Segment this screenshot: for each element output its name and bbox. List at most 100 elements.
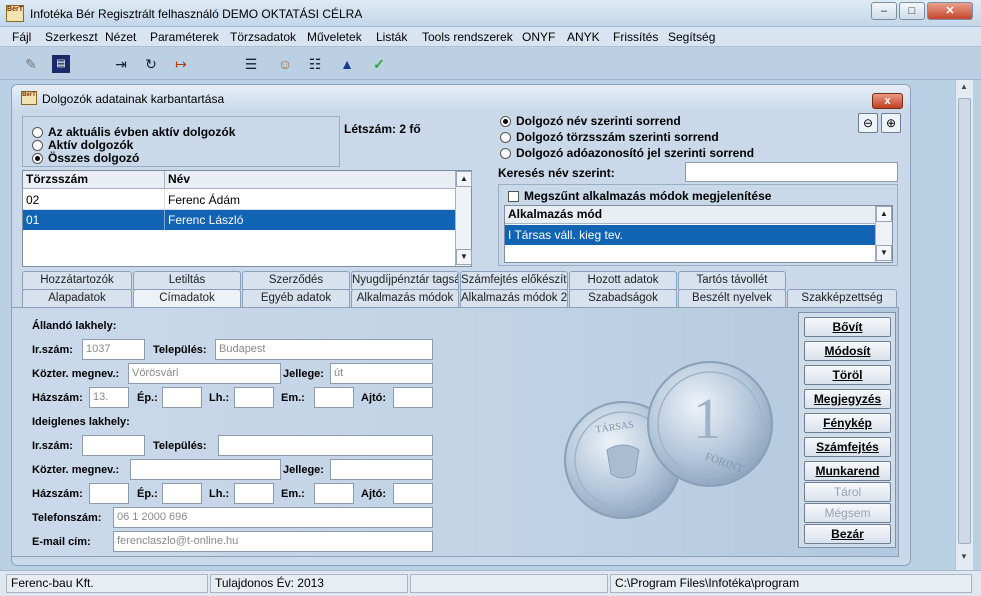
menu-szerkeszt[interactable]: Szerkeszt	[45, 30, 98, 44]
scroll-thumb[interactable]	[958, 98, 971, 544]
menu-muveletek[interactable]: Műveletek	[307, 30, 362, 44]
tab-szamfejtes-elokeszites[interactable]: Számfejtés előkészítés	[460, 271, 568, 290]
radio-sort-taxid[interactable]: Dolgozó adóazonosító jel szerinti sorren…	[500, 146, 754, 160]
scroll-down-icon[interactable]: ▼	[957, 552, 971, 566]
refresh-icon[interactable]: ↻	[142, 55, 160, 73]
delete-button[interactable]: Töröl	[804, 365, 891, 385]
permanent-house-input[interactable]: 13.	[89, 387, 129, 408]
permanent-stair-input[interactable]	[234, 387, 274, 408]
menu-frissites[interactable]: Frissítés	[613, 30, 658, 44]
window-title: Infotéka Bér Regisztrált felhasználó DEM…	[30, 7, 363, 21]
menu-torzsadatok[interactable]: Törzsadatok	[230, 30, 296, 44]
permanent-type-input[interactable]: út	[330, 363, 433, 384]
tab-hozott-adatok[interactable]: Hozott adatok	[569, 271, 677, 290]
tab-letiltas[interactable]: Letiltás	[133, 271, 241, 290]
mode-row-selected[interactable]: I Társas váll. kieg tev.	[505, 225, 875, 245]
scroll-up-icon[interactable]: ▲	[456, 171, 472, 187]
radio-sort-id[interactable]: Dolgozó törzsszám szerinti sorrend	[500, 130, 719, 144]
menu-onyf[interactable]: ONYF	[522, 30, 555, 44]
temporary-stair-input[interactable]	[234, 483, 274, 504]
permanent-bldg-input[interactable]	[162, 387, 202, 408]
table-row[interactable]: 02 Ferenc Ádám	[23, 190, 455, 210]
tab-nyugdijpenztar[interactable]: Nyugdíjpénztár tagság	[351, 271, 459, 290]
tab-hozzatartozok[interactable]: Hozzátartozók	[22, 271, 132, 290]
permanent-door-input[interactable]	[393, 387, 433, 408]
email-input[interactable]: ferenclaszlo@t-online.hu	[113, 531, 433, 552]
tab-szabadsagok[interactable]: Szabadságok	[569, 289, 677, 308]
mode-grid-scrollbar[interactable]: ▲ ▼	[875, 206, 892, 262]
tab-alkalmazas-modok[interactable]: Alkalmazás módok	[351, 289, 459, 308]
temporary-door-input[interactable]	[393, 483, 433, 504]
status-bar: Ferenc-bau Kft. Tulajdonos Év: 2013 C:\P…	[0, 570, 981, 596]
zoom-in-icon[interactable]: ⊕	[881, 113, 901, 133]
temporary-city-input[interactable]	[218, 435, 433, 456]
radio-current-year-active[interactable]: Az aktuális évben aktív dolgozók	[32, 125, 235, 139]
menu-parameterek[interactable]: Paraméterek	[150, 30, 219, 44]
column-header-id[interactable]: Törzsszám	[23, 171, 165, 189]
tab-beszelt-nyelvek[interactable]: Beszélt nyelvek	[678, 289, 786, 308]
temporary-bldg-input[interactable]	[162, 483, 202, 504]
person-icon[interactable]: ☺	[276, 55, 294, 73]
menu-listak[interactable]: Listák	[376, 30, 407, 44]
modify-button[interactable]: Módosít	[804, 341, 891, 361]
menu-fajl[interactable]: Fájl	[12, 30, 31, 44]
show-terminated-checkbox[interactable]: Megszűnt alkalmazás módok megjelenítése	[508, 189, 771, 203]
minimize-button[interactable]: –	[871, 2, 897, 20]
temporary-street-input[interactable]	[130, 459, 281, 480]
radio-sort-name[interactable]: Dolgozó név szerinti sorrend	[500, 114, 681, 128]
cancel-button[interactable]: Mégsem	[804, 503, 891, 523]
schedule-button[interactable]: Munkarend	[804, 461, 891, 481]
permanent-zip-input[interactable]: 1037	[82, 339, 145, 360]
permanent-city-input[interactable]: Budapest	[215, 339, 433, 360]
tab-cimadatok[interactable]: Címadatok	[133, 289, 241, 308]
menu-nezet[interactable]: Nézet	[105, 30, 136, 44]
temporary-house-input[interactable]	[89, 483, 129, 504]
temporary-floor-input[interactable]	[314, 483, 354, 504]
note-button[interactable]: Megjegyzés	[804, 389, 891, 409]
scroll-up-icon[interactable]: ▲	[876, 206, 892, 222]
grid-scrollbar[interactable]: ▲ ▼	[455, 171, 472, 266]
store-button[interactable]: Tárol	[804, 482, 891, 502]
tab-alapadatok[interactable]: Alapadatok	[22, 289, 132, 308]
maximize-button[interactable]: □	[899, 2, 925, 20]
exit-icon[interactable]: ↦	[172, 55, 190, 73]
permanent-street-input[interactable]: Vörösvári	[128, 363, 281, 384]
mdi-scrollbar[interactable]: ▲ ▼	[955, 80, 973, 570]
scroll-down-icon[interactable]: ▼	[456, 249, 472, 265]
tab-egyeb-adatok[interactable]: Egyéb adatok	[242, 289, 350, 308]
tab-tartos-tavollet[interactable]: Tartós távollét	[678, 271, 786, 290]
column-header-name[interactable]: Név	[165, 171, 455, 189]
status-company: Ferenc-bau Kft.	[6, 574, 208, 593]
tab-szerzodes[interactable]: Szerződés	[242, 271, 350, 290]
temporary-zip-input[interactable]	[82, 435, 145, 456]
column-header-mode[interactable]: Alkalmazás mód	[505, 206, 875, 224]
save-icon[interactable]: ▤	[52, 55, 70, 73]
checkmark-icon[interactable]: ✓	[370, 55, 388, 73]
navigation-icon[interactable]: ▲	[338, 55, 356, 73]
menu-tools[interactable]: Tools rendszerek	[422, 30, 513, 44]
menu-anyk[interactable]: ANYK	[567, 30, 600, 44]
table-row-selected[interactable]: 01 Ferenc László	[23, 210, 455, 230]
tab-alkalmazas-modok-2[interactable]: Alkalmazás módok 2.	[460, 289, 568, 308]
temporary-type-input[interactable]	[330, 459, 433, 480]
document-icon[interactable]: ☷	[306, 55, 324, 73]
search-input[interactable]	[685, 162, 898, 182]
zoom-out-icon[interactable]: ⊖	[858, 113, 878, 133]
phone-input[interactable]: 06 1 2000 696	[113, 507, 433, 528]
permanent-floor-input[interactable]	[314, 387, 354, 408]
close-form-button[interactable]: Bezár	[804, 524, 891, 544]
tab-szakkepzettseg[interactable]: Szakképzettség	[787, 289, 897, 308]
child-close-button[interactable]: x	[872, 93, 903, 109]
edit-icon[interactable]: ✎	[22, 55, 40, 73]
scroll-down-icon[interactable]: ▼	[876, 245, 892, 261]
photo-button[interactable]: Fénykép	[804, 413, 891, 433]
list-icon[interactable]: ☰	[242, 55, 260, 73]
payroll-button[interactable]: Számfejtés	[804, 437, 891, 457]
scroll-up-icon[interactable]: ▲	[957, 82, 971, 96]
close-button[interactable]: ✕	[927, 2, 973, 20]
radio-active[interactable]: Aktív dolgozók	[32, 138, 133, 152]
radio-all[interactable]: Összes dolgozó	[32, 151, 139, 165]
menu-segitseg[interactable]: Segítség	[668, 30, 715, 44]
add-button[interactable]: Bővít	[804, 317, 891, 337]
export-icon[interactable]: ⇥	[112, 55, 130, 73]
